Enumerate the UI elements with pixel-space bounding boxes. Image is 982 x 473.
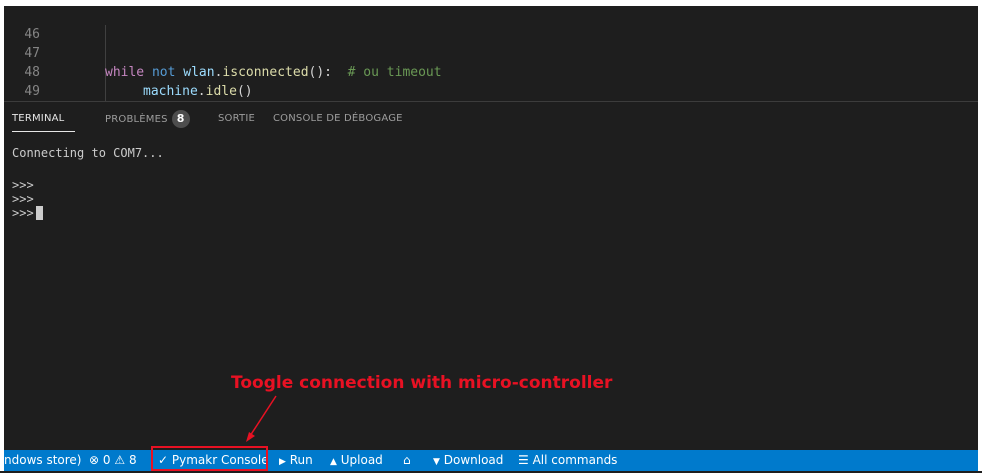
download-icon: ▼ [433, 457, 440, 467]
annotation-text: Toogle connection with micro-controller [231, 373, 613, 393]
upload-button[interactable]: ▲ Upload [330, 450, 383, 471]
tab-terminal[interactable]: TERMINAL [12, 113, 64, 124]
home-button[interactable]: ⌂ [403, 450, 411, 471]
status-bar: ndows store) ⊗ 0 ⚠ 8 ✓ Pymakr Console ▶ … [0, 450, 982, 471]
code-editor[interactable]: 46 47 while not wlan.isconnected(): # ou… [4, 6, 978, 101]
code-line-50: 50 try +=1 [4, 82, 978, 101]
annotation-arrow-icon [246, 395, 277, 442]
code-line-49: 49 [4, 63, 978, 99]
tab-debug-console[interactable]: CONSOLE DE DÉBOGAGE [273, 113, 403, 124]
download-label: Download [443, 453, 504, 467]
problems-count-badge: 8 [171, 110, 190, 128]
home-icon: ⌂ [403, 453, 411, 467]
active-tab-indicator [12, 131, 75, 132]
error-count: 0 [102, 453, 111, 467]
code-line-48: 48 machine.idle() [4, 44, 978, 99]
problems-status[interactable]: ⊗ 0 ⚠ 8 [89, 450, 137, 471]
terminal-output[interactable]: Connecting to COM7... >>> >>> >>> [12, 146, 962, 220]
window-frame-left [0, 0, 4, 471]
terminal-prompt: >>> [12, 192, 34, 206]
play-icon: ▶ [279, 457, 286, 467]
run-label: Run [289, 453, 313, 467]
error-icon: ⊗ [89, 453, 100, 467]
upload-icon: ▲ [330, 457, 337, 467]
tab-problems-label: PROBLÈMES [105, 114, 168, 125]
panel-tabs: TERMINAL PROBLÈMES 8 SORTIE CONSOLE DE DÉ… [4, 102, 978, 137]
terminal-prompt-active: >>> [12, 206, 962, 220]
window-frame-right [978, 0, 982, 471]
upload-label: Upload [340, 453, 383, 467]
warning-icon: ⚠ [114, 453, 126, 467]
pymakr-highlight-box [151, 446, 268, 471]
tab-problems[interactable]: PROBLÈMES 8 [105, 110, 190, 128]
code-line-46: 46 [4, 6, 978, 42]
terminal-prompt: >>> [12, 178, 34, 192]
code-line-47: 47 while not wlan.isconnected(): # ou ti… [4, 25, 978, 80]
tab-output[interactable]: SORTIE [218, 113, 255, 124]
all-commands-button[interactable]: ☰ All commands [518, 450, 617, 471]
terminal-line: Connecting to COM7... [12, 146, 164, 160]
run-button[interactable]: ▶ Run [279, 450, 313, 471]
list-icon: ☰ [518, 453, 529, 467]
download-button[interactable]: ▼ Download [433, 450, 503, 471]
all-commands-label: All commands [532, 453, 618, 467]
terminal-prompt: >>> [12, 206, 34, 220]
interpreter-status[interactable]: ndows store) [4, 450, 81, 471]
warning-count: 8 [128, 453, 137, 467]
terminal-cursor [35, 206, 43, 220]
bottom-panel: TERMINAL PROBLÈMES 8 SORTIE CONSOLE DE DÉ… [4, 101, 978, 451]
